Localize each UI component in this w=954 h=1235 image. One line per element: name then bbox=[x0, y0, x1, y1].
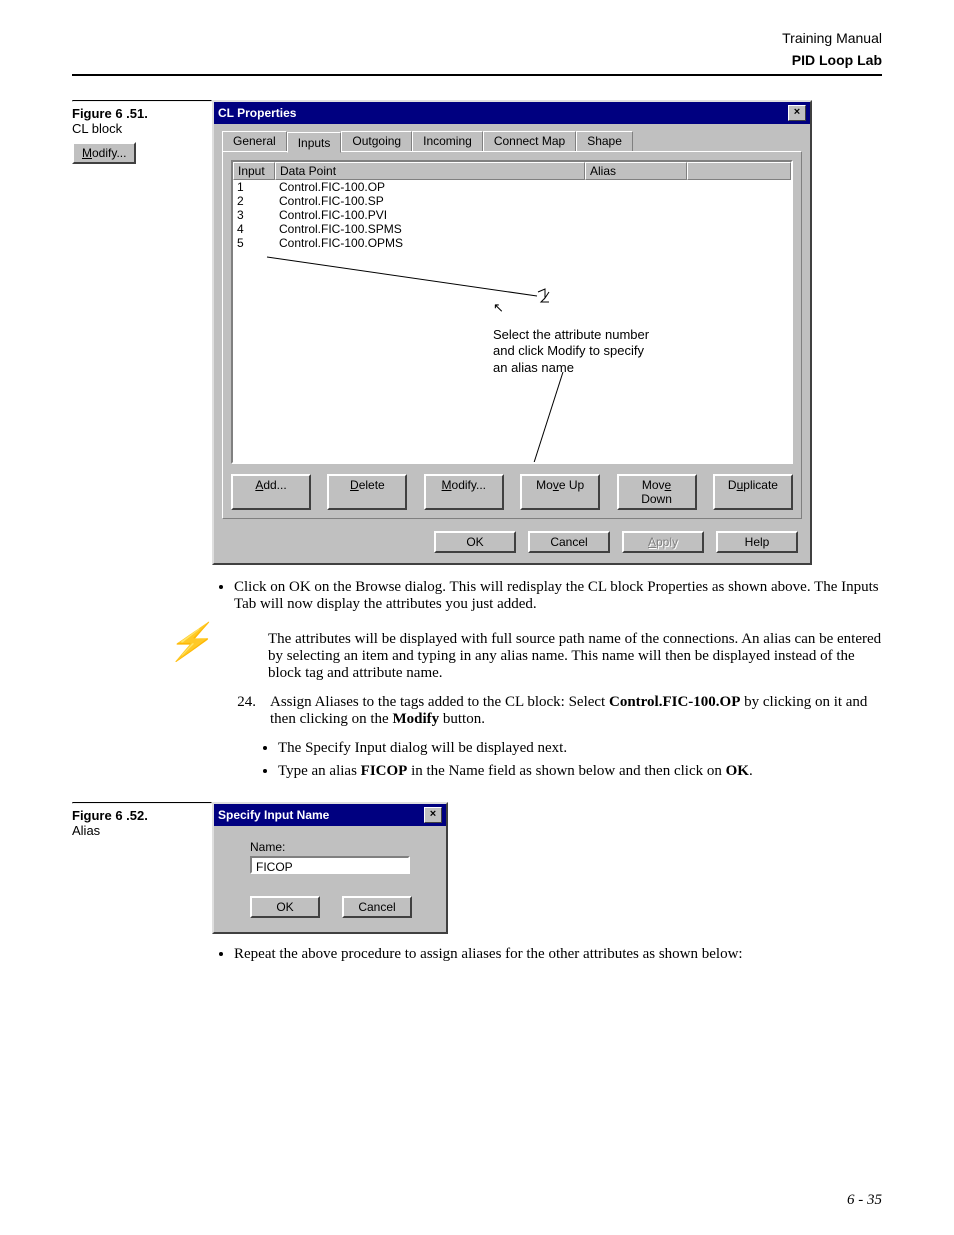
titlebar: Specify Input Name × bbox=[214, 804, 446, 826]
tab-panel-inputs: Input Data Point Alias 1Control.FIC-100.… bbox=[222, 151, 802, 519]
bullet-specify-dialog: The Specify Input dialog will be display… bbox=[278, 740, 882, 757]
titlebar: CL Properties × bbox=[214, 102, 810, 124]
bullet-type-alias: Type an alias FICOP in the Name field as… bbox=[278, 763, 882, 780]
duplicate-button[interactable]: Duplicate bbox=[713, 474, 793, 510]
apply-button: Apply bbox=[622, 531, 704, 553]
list-row[interactable]: 3Control.FIC-100.PVI bbox=[233, 208, 791, 222]
page-number: 6 - 35 bbox=[847, 1192, 882, 1209]
figure-51-number: Figure 6 .51. bbox=[72, 106, 148, 121]
bullet-repeat: Repeat the above procedure to assign ali… bbox=[234, 946, 882, 963]
add-button[interactable]: Add... bbox=[231, 474, 311, 510]
col-alias[interactable]: Alias bbox=[585, 162, 687, 180]
list-row[interactable]: 4Control.FIC-100.SPMS bbox=[233, 222, 791, 236]
tab-incoming[interactable]: Incoming bbox=[412, 131, 483, 152]
header-line1: Training Manual bbox=[72, 30, 882, 46]
tab-strip: General Inputs Outgoing Incoming Connect… bbox=[214, 124, 810, 151]
modify-button-example[interactable]: Modify... bbox=[72, 142, 136, 164]
moveup-button[interactable]: Move Up bbox=[520, 474, 600, 510]
close-icon[interactable]: × bbox=[788, 105, 806, 121]
cl-properties-dialog: CL Properties × General Inputs Outgoing … bbox=[212, 100, 812, 565]
delete-button[interactable]: Delete bbox=[327, 474, 407, 510]
dialog-title: CL Properties bbox=[218, 106, 296, 120]
modify-button[interactable]: Modify... bbox=[424, 474, 504, 510]
list-action-buttons: Add... Delete Modify... Move Up Move Dow… bbox=[231, 474, 793, 510]
figure-52-caption: Alias bbox=[72, 823, 212, 838]
cursor-icon: ↖ bbox=[493, 300, 504, 316]
tab-inputs[interactable]: Inputs bbox=[287, 132, 342, 153]
ok-button[interactable]: OK bbox=[250, 896, 320, 918]
tab-shape[interactable]: Shape bbox=[576, 131, 633, 152]
body-text-block: Click on OK on the Browse dialog. This w… bbox=[212, 579, 882, 613]
lightning-icon: ⚡ bbox=[72, 631, 212, 657]
specify-input-dialog: Specify Input Name × Name: FICOP OK Canc… bbox=[212, 802, 448, 934]
tab-connect-map[interactable]: Connect Map bbox=[483, 131, 576, 152]
cancel-button[interactable]: Cancel bbox=[528, 531, 610, 553]
name-label: Name: bbox=[250, 840, 426, 854]
name-field[interactable]: FICOP bbox=[250, 856, 410, 874]
header-rule bbox=[72, 74, 882, 76]
col-data-point[interactable]: Data Point bbox=[275, 162, 585, 180]
list-row[interactable]: 1Control.FIC-100.OP bbox=[233, 180, 791, 194]
dialog-footer: OK Cancel Apply Help bbox=[214, 527, 810, 563]
figure-51-caption-block: Figure 6 .51. CL block Modify... bbox=[72, 100, 212, 164]
tab-general[interactable]: General bbox=[222, 131, 287, 152]
col-blank bbox=[687, 162, 791, 180]
figure-52-caption-block: Figure 6 .52. Alias bbox=[72, 802, 212, 838]
list-row[interactable]: 2Control.FIC-100.SP bbox=[233, 194, 791, 208]
list-header: Input Data Point Alias bbox=[233, 162, 791, 180]
note-paragraph: The attributes will be displayed with fu… bbox=[212, 631, 882, 694]
annotation-text: Select the attribute number and click Mo… bbox=[493, 327, 649, 376]
bullet-ok-browse: Click on OK on the Browse dialog. This w… bbox=[234, 579, 882, 613]
header-line2: PID Loop Lab bbox=[72, 52, 882, 68]
help-button[interactable]: Help bbox=[716, 531, 798, 553]
figure-51-caption: CL block bbox=[72, 121, 212, 136]
movedown-button[interactable]: Move Down bbox=[617, 474, 697, 510]
inputs-listbox[interactable]: Input Data Point Alias 1Control.FIC-100.… bbox=[231, 160, 793, 464]
figure-52-number: Figure 6 .52. bbox=[72, 808, 148, 823]
dialog-title: Specify Input Name bbox=[218, 808, 329, 822]
tab-outgoing[interactable]: Outgoing bbox=[341, 131, 412, 152]
cancel-button[interactable]: Cancel bbox=[342, 896, 412, 918]
ok-button[interactable]: OK bbox=[434, 531, 516, 553]
col-input[interactable]: Input bbox=[233, 162, 275, 180]
step-number: 24. bbox=[212, 694, 270, 728]
close-icon[interactable]: × bbox=[424, 807, 442, 823]
list-row[interactable]: 5Control.FIC-100.OPMS bbox=[233, 236, 791, 250]
step-24: 24. Assign Aliases to the tags added to … bbox=[212, 694, 882, 728]
